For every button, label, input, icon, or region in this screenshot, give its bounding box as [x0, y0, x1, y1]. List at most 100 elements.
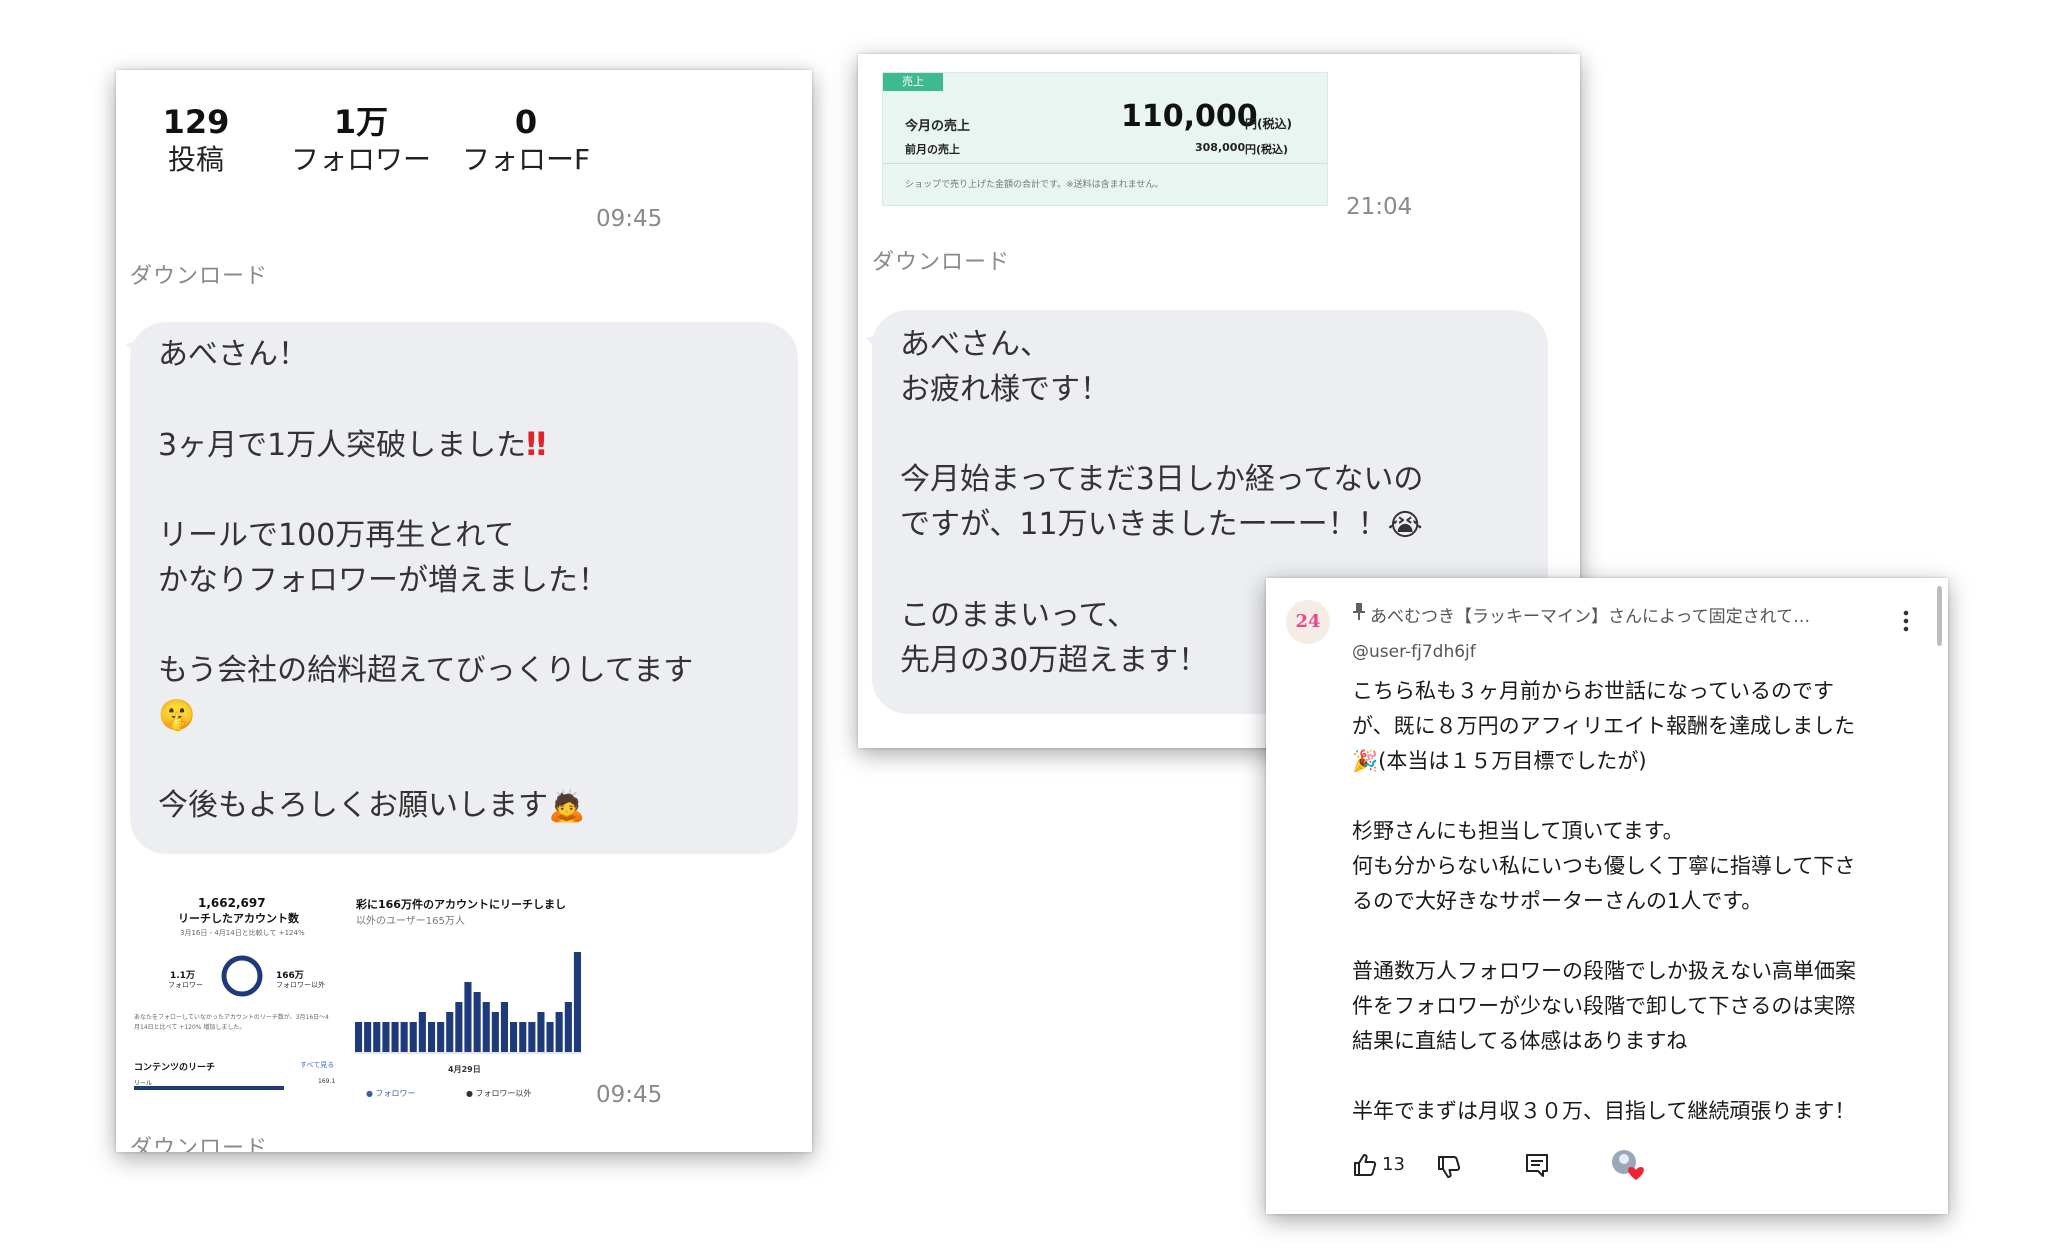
comment-line: るので大好きなサポーターさんの1人です。	[1352, 889, 1763, 913]
stat-posts-label: 投稿	[167, 143, 224, 176]
reach-bar	[409, 1022, 417, 1052]
reach-bar	[519, 1022, 527, 1052]
reach-bar	[528, 1022, 536, 1052]
stat-followers: 1万 フォロワー	[266, 102, 456, 177]
reach-headline: 彩に166万件のアカウントにリーチしまし	[356, 898, 566, 911]
comment-line: 半年でまずは月収３０万、目指して継続頑張ります！	[1352, 1099, 1856, 1123]
more-icon[interactable]	[1902, 610, 1910, 632]
download-link[interactable]: ダウンロード	[130, 258, 268, 290]
like-count: 13	[1382, 1154, 1405, 1175]
reach-bar	[391, 1022, 399, 1052]
reach-bar	[464, 982, 472, 1052]
message-line: 3ヶ月で1万人突破しました‼	[158, 425, 547, 463]
message-line: 今後もよろしくお願いします🙇	[158, 783, 798, 829]
double-exclamation-icon: ‼	[526, 425, 547, 463]
crying-emoji-icon: 😭	[1387, 508, 1423, 543]
message-line: 今月始まってまだ3日しか経ってないの	[900, 462, 1424, 497]
party-popper-emoji-icon: 🎉	[1352, 749, 1379, 773]
reach-bar	[364, 1022, 372, 1052]
pin-icon	[1353, 603, 1365, 620]
dislike-icon[interactable]	[1436, 1154, 1462, 1180]
username[interactable]: @user-fj7dh6jf	[1352, 642, 1476, 662]
pinned-by-label: あべむつき【ラッキーマイン】さんによって固定されて…	[1370, 607, 1811, 627]
reply-icon[interactable]	[1524, 1152, 1550, 1178]
total-reach: 1,662,697	[198, 896, 266, 910]
comment-line: こちら私も３ヶ月前からお世話になっているのです	[1352, 679, 1834, 703]
last-month-value: 308,000	[1195, 141, 1246, 154]
comment-line: が、既に８万円のアフィリエイト報酬を達成しました	[1352, 714, 1856, 738]
reach-donut-chart	[221, 955, 263, 997]
this-month-unit: 円(税込)	[1245, 117, 1292, 131]
followers-sublabel: フォロワー	[168, 981, 203, 989]
reach-bar	[491, 1012, 499, 1052]
message-line: ですが、11万いきましたーーー！！😭	[900, 502, 1548, 548]
reach-bar	[455, 1002, 463, 1052]
legend-followers: ● フォロワー	[366, 1089, 416, 1098]
message-line: お疲れ様です！	[900, 372, 1110, 407]
like-icon[interactable]	[1352, 1152, 1378, 1178]
reach-bar	[446, 1012, 454, 1052]
avatar[interactable]: 24	[1286, 600, 1330, 644]
reach-title: リーチしたアカウント数	[178, 912, 299, 925]
insight-note: 月14日と比べて +120% 増加しました。	[134, 1024, 246, 1031]
content-reach-title: コンテンツのリーチ	[134, 1063, 216, 1073]
nonfollowers-sublabel: フォロワー以外	[276, 981, 325, 989]
message-line: かなりフォロワーが増えました！	[158, 563, 608, 598]
stat-following-value: 0	[514, 103, 538, 141]
see-all-link[interactable]: すべて見る	[300, 1060, 334, 1070]
timestamp: 09:45	[596, 1082, 663, 1108]
reach-bar	[564, 1002, 572, 1052]
chart-date-label: 4月29日	[448, 1065, 481, 1074]
comment-line: 🎉(本当は１５万目標でしたが)	[1352, 749, 1647, 773]
shushing-emoji-icon: 🤫	[158, 698, 196, 733]
stat-posts: 129 投稿	[126, 102, 266, 177]
reach-bar	[473, 992, 481, 1052]
comment-line: 杉野さんにも担当して頂いてます。	[1352, 819, 1684, 843]
reach-bar	[355, 1022, 363, 1052]
reach-bar	[437, 1022, 445, 1052]
creator-heart-icon	[1612, 1150, 1644, 1180]
message-line: あべさん、	[900, 327, 1050, 362]
message-line: リールで100万再生とれて	[158, 518, 515, 553]
sales-summary-card: 売上 今月の売上 110,000 円(税込) 前月の売上 308,000 円(税…	[882, 72, 1328, 206]
reel-value: 169.1	[318, 1078, 336, 1085]
reach-note: 3月16日 - 4月14日と比較して +124%	[180, 929, 305, 937]
reach-bar	[418, 1012, 426, 1052]
comment-line: 普通数万人フォロワーの段階でしか扱えない高単価案	[1352, 959, 1856, 983]
download-link[interactable]: ダウンロード	[130, 1130, 268, 1152]
reach-bar	[382, 1022, 390, 1052]
legend-nonfollowers: ● フォロワー以外	[466, 1089, 532, 1098]
download-link[interactable]: ダウンロード	[872, 244, 1010, 276]
reach-bar	[555, 1012, 563, 1052]
timestamp: 09:45	[596, 206, 663, 232]
sales-tag: 売上	[883, 73, 943, 91]
last-month-unit: 円(税込)	[1245, 143, 1289, 156]
reach-bar	[546, 1022, 554, 1052]
stat-following-label: フォローF	[461, 143, 591, 176]
reach-bar	[537, 1012, 545, 1052]
reach-bar	[482, 1002, 490, 1052]
message-bubble: あべさん！ 3ヶ月で1万人突破しました‼ リールで100万再生とれて かなりフォ…	[130, 322, 798, 854]
comment-line: 結果に直結してる体感はありますね	[1352, 1029, 1688, 1053]
reach-bar	[373, 1022, 381, 1052]
chat-screenshot-left: 129 投稿 1万 フォロワー 0 フォローF 09:45 ダウンロード あべさ…	[116, 70, 812, 1152]
youtube-comment: 24 あべむつき【ラッキーマイン】さんによって固定されて… @user-fj7d…	[1266, 578, 1948, 1214]
message-line: あべさん！	[158, 337, 308, 372]
comment-line: 何も分からない私にいつも優しく丁寧に指導して下さ	[1352, 854, 1856, 878]
reach-bar	[400, 1022, 408, 1052]
timestamp: 21:04	[1346, 194, 1413, 220]
this-month-value: 110,000	[1121, 99, 1258, 134]
message-line: もう会社の給料超えてびっくりしてます	[158, 653, 694, 688]
bowing-emoji-icon: 🙇	[548, 789, 586, 824]
stat-followers-label: フォロワー	[290, 143, 431, 176]
reach-bar	[510, 1022, 518, 1052]
comment-line: 件をフォロワーが少ない段階で卸して下さるのは実際	[1352, 994, 1856, 1018]
insight-note: あなたをフォローしていなかったアカウントのリーチ数が、3月16日～4	[134, 1014, 329, 1021]
insights-screenshot[interactable]: 1,662,697 リーチしたアカウント数 3月16日 - 4月14日と比較して…	[128, 888, 598, 1138]
reel-progress-bar	[134, 1086, 284, 1090]
stat-followers-value: 1万	[333, 103, 389, 141]
scrollbar[interactable]	[1937, 586, 1942, 646]
reach-bar	[573, 952, 581, 1052]
last-month-label: 前月の売上	[905, 143, 960, 156]
sales-note: ショップで売り上げた金額の合計です。※送料は含まれません。	[905, 180, 1164, 190]
